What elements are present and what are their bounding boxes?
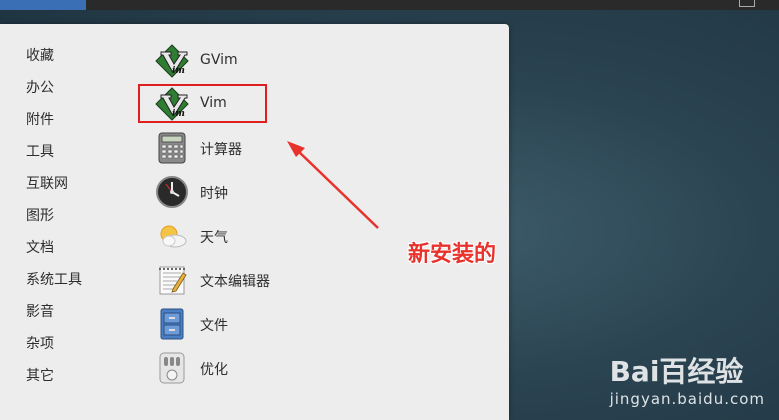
watermark-site: jingyan.baidu.com <box>609 390 765 408</box>
annotation-label: 新安装的 <box>408 242 497 267</box>
baidu-logo: Bai百经验 <box>609 355 744 388</box>
baidu-watermark: Bai百经验 jingyan.baidu.com <box>610 350 765 408</box>
